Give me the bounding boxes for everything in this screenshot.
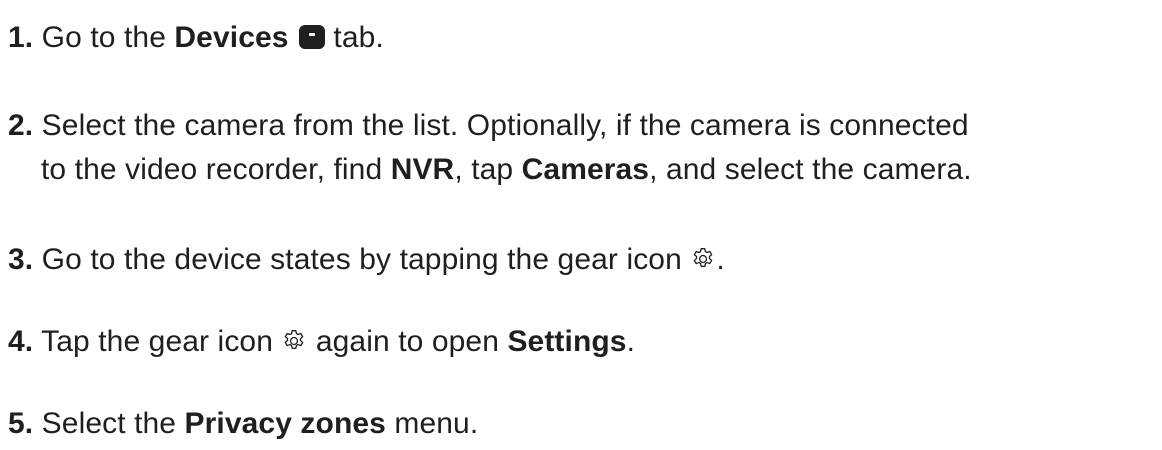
step-number: 4. (8, 325, 34, 358)
step-text: again to open (307, 325, 508, 358)
step-3: 3. Go to the device states by tapping th… (8, 238, 725, 282)
nvr-label: NVR (390, 153, 455, 186)
step-number: 5. (8, 407, 34, 440)
step-text: Select the camera from the list. Optiona… (33, 109, 969, 142)
step-text: , tap (454, 153, 522, 186)
gear-icon (281, 328, 307, 354)
step-4: 4. Tap the gear icon again to open Setti… (8, 320, 635, 364)
step-text: Go to the device states by tapping the g… (33, 243, 691, 276)
settings-label: Settings (507, 325, 627, 358)
step-number: 2. (8, 109, 34, 142)
cameras-label: Cameras (521, 153, 650, 186)
step-text: menu. (385, 407, 479, 440)
step-text: Go to the (33, 21, 175, 54)
step-text: tab. (324, 21, 384, 54)
step-number: 3. (8, 243, 34, 276)
step-1: 1. Go to the Devices tab. (8, 16, 384, 60)
devices-tab-icon (298, 25, 325, 49)
step-text: Select the (33, 407, 185, 440)
instruction-steps: 1. Go to the Devices tab. 2. Select the … (0, 0, 1162, 450)
step-number: 1. (8, 21, 34, 54)
step-text: Tap the gear icon (33, 325, 282, 358)
step-text: . (626, 325, 636, 358)
gear-icon (690, 246, 716, 272)
devices-label: Devices (174, 21, 289, 54)
step-5: 5. Select the Privacy zones menu. (8, 402, 478, 446)
privacy-zones-label: Privacy zones (184, 407, 386, 440)
step-text: . (716, 243, 725, 276)
step-text: to the video recorder, find (41, 153, 391, 186)
step-line: to the video recorder, find NVR, tap Cam… (8, 148, 972, 192)
step-text: , and select the camera. (649, 153, 972, 186)
step-line: 2. Select the camera from the list. Opti… (8, 104, 972, 148)
step-2: 2. Select the camera from the list. Opti… (8, 104, 972, 192)
